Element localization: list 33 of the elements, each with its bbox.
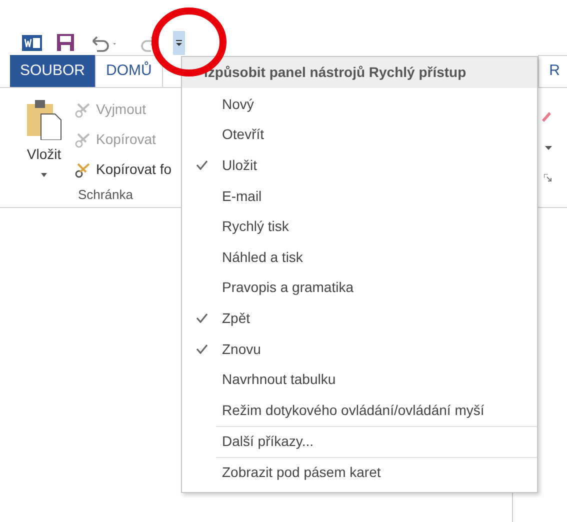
checkmark-icon xyxy=(196,313,208,324)
caret-icon[interactable] xyxy=(545,146,552,150)
paste-clipboard-icon[interactable] xyxy=(25,98,63,140)
ribbon-tab[interactable]: R xyxy=(538,55,567,87)
menu-item[interactable]: Uložit xyxy=(182,150,537,181)
menu-item[interactable]: Zpět xyxy=(182,303,537,334)
group-label: Schránka xyxy=(78,186,134,204)
scissors-icon xyxy=(74,102,92,118)
menu-item[interactable]: Pravopis a gramatika xyxy=(182,272,537,304)
file-tab[interactable]: SOUBOR xyxy=(10,55,96,87)
checkmark-icon xyxy=(196,160,208,170)
save-icon[interactable] xyxy=(56,33,75,52)
paste-label[interactable]: Vložit xyxy=(26,144,62,165)
caret-icon[interactable] xyxy=(41,173,47,177)
dropdown-caret-icon xyxy=(176,40,182,46)
menu-item[interactable]: Zobrazit pod pásem karet xyxy=(182,458,537,488)
menu-item[interactable]: Náhled a tisk xyxy=(182,242,537,273)
menu-title: izpůsobit panel nástrojů Rychlý přístup xyxy=(182,57,537,88)
checkmark-icon xyxy=(196,344,208,354)
customize-toolbar-button[interactable] xyxy=(173,30,185,54)
menu-item[interactable]: Navrhnout tabulku xyxy=(182,364,537,395)
menu-item[interactable]: Režim dotykového ovládání/ovládání myší xyxy=(182,394,537,426)
menu-item[interactable]: Otevřít xyxy=(182,120,537,150)
word-logo-icon xyxy=(22,32,42,52)
ribbon-tab[interactable]: DOMŮ xyxy=(95,55,163,87)
menu-item[interactable]: Nový xyxy=(182,89,537,120)
dialog-launcher-icon[interactable] xyxy=(544,174,552,182)
menu-item[interactable]: E-mail xyxy=(182,180,537,212)
eraser-icon[interactable] xyxy=(540,110,552,122)
clipboard-action[interactable]: Kopírovat fo xyxy=(74,159,172,180)
menu-item[interactable]: Znovu xyxy=(182,334,537,364)
menu-item[interactable]: Rychlý tisk xyxy=(182,211,537,242)
menu-item[interactable]: Další příkazy... xyxy=(182,426,537,457)
